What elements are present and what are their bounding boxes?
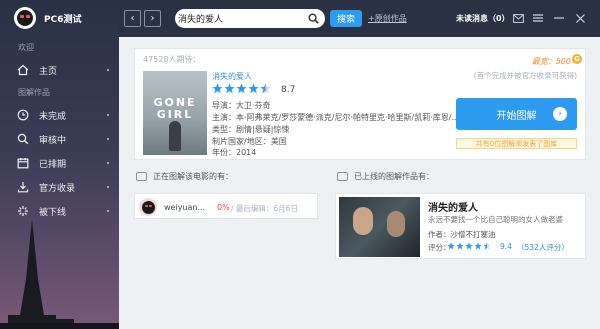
- avatar-face-icon: [17, 10, 33, 26]
- dot-indicator: [107, 186, 109, 188]
- dot-indicator: [107, 162, 109, 164]
- offline-icon: [17, 205, 29, 217]
- sidebar-item-label: 官方收录: [39, 183, 76, 194]
- sidebar: PC6测试 欢迎 主页 图解作品 未完成 审核中 已排期 官方收录 被下线: [0, 0, 119, 329]
- download-icon: [17, 181, 29, 193]
- sidebar-item-unfinished[interactable]: 未完成: [0, 104, 119, 126]
- sidebar-item-scheduled[interactable]: 已排期: [0, 152, 119, 174]
- review-icon: [17, 133, 29, 145]
- sidebar-item-home[interactable]: 主页: [0, 59, 119, 81]
- coin-icon: G: [572, 54, 582, 64]
- drawing-section-heading: 正在图解该电影的有：: [136, 171, 233, 182]
- drawer-username[interactable]: weiyuan...: [164, 203, 205, 212]
- avatar[interactable]: [14, 7, 36, 29]
- thumbnail-figure-icon: [387, 211, 405, 237]
- sidebar-item-label: 未完成: [39, 111, 67, 122]
- chat-icon: [136, 172, 147, 181]
- sidebar-item-label: 被下线: [39, 207, 67, 218]
- user-profile[interactable]: PC6测试: [14, 7, 81, 29]
- work-description: 永远不要找一个比自己聪明的女人做老婆: [428, 215, 563, 224]
- sidebar-item-reviewing[interactable]: 审核中: [0, 128, 119, 150]
- movie-rating: 8.7: [281, 85, 296, 95]
- dot-indicator: [107, 69, 109, 71]
- section-works-label: 图解作品: [18, 88, 50, 97]
- work-rating-stars: [447, 242, 492, 250]
- star-icon: [236, 83, 247, 94]
- calendar-icon: [17, 157, 29, 169]
- dot-indicator: [107, 138, 109, 140]
- chevron-right-icon: ›: [150, 13, 155, 24]
- search-box: [175, 9, 325, 28]
- star-icon: [465, 242, 473, 250]
- star-icon: [456, 242, 464, 250]
- work-thumbnail[interactable]: [339, 197, 420, 257]
- start-illustration-button[interactable]: 开始图解 ›: [456, 98, 577, 130]
- unread-messages[interactable]: 未读消息（0）: [456, 13, 510, 24]
- section-welcome-label: 欢迎: [18, 43, 34, 52]
- arrow-right-icon: ›: [553, 107, 567, 121]
- sidebar-item-label: 已排期: [39, 159, 67, 170]
- movie-title[interactable]: 消失的爱人: [212, 71, 252, 82]
- movie-region: 制片国家/地区：美国: [212, 137, 287, 146]
- mail-icon[interactable]: [511, 11, 525, 25]
- published-count-note: 共有0位图解师发表了图库: [456, 138, 577, 149]
- start-button-label: 开始图解: [496, 110, 537, 122]
- sidebar-item-label: 主页: [39, 66, 58, 77]
- search-input[interactable]: [178, 13, 303, 24]
- back-button[interactable]: ‹: [124, 10, 141, 27]
- sidebar-item-official[interactable]: 官方收录: [0, 176, 119, 198]
- dot-indicator: [107, 210, 109, 212]
- movie-card: 47528人期待： GONE GIRL 消失的爱人 8.7 导演：大卫·芬奇 主…: [134, 48, 586, 160]
- chevron-left-icon: ‹: [130, 13, 135, 24]
- dot-indicator: [107, 114, 109, 116]
- movie-year: 年份：2014: [212, 148, 257, 157]
- movie-director: 导演：大卫·芬奇: [212, 101, 271, 110]
- last-edit-date: / 最后编辑：6月6日: [231, 204, 298, 213]
- image-icon: [337, 172, 348, 181]
- half-star-icon: [260, 83, 271, 94]
- half-star-icon: [483, 242, 491, 250]
- forward-button[interactable]: ›: [144, 10, 161, 27]
- thumbnail-figure-icon: [353, 207, 373, 235]
- reward-note: (首个完成并被官方收录可获得): [473, 71, 577, 80]
- work-author: 作者：沙僧不打塞油: [428, 230, 496, 239]
- drawing-section-title: 正在图解该电影的有：: [153, 172, 233, 181]
- star-icon: [212, 83, 223, 94]
- drawing-progress: 0%: [217, 203, 230, 212]
- rating-stars: [212, 83, 272, 94]
- poster-figure-icon: [169, 121, 181, 151]
- list-item[interactable]: weiyuan... 0% / 最后编辑：6月6日: [134, 193, 318, 219]
- work-score: 9.4: [500, 242, 512, 251]
- works-section-heading: 已上线的图解作品有：: [337, 171, 434, 182]
- upload-original-link[interactable]: +原创作品: [368, 13, 407, 24]
- avatar: [139, 198, 157, 216]
- work-card[interactable]: 消失的爱人 永远不要找一个比自己聪明的女人做老婆 作者：沙僧不打塞油 评分： 9…: [335, 193, 586, 259]
- movie-cast: 主演：本·阿弗莱克/罗莎蒙德·派克/尼尔·帕特里克·哈里斯/凯莉·库恩/...: [212, 113, 460, 122]
- works-section-title: 已上线的图解作品有：: [354, 172, 434, 181]
- top-bar: ‹ › 搜索 +原创作品 未读消息（0）: [119, 0, 600, 37]
- clock-icon: [17, 109, 29, 121]
- tower-silhouette-icon: [0, 219, 119, 329]
- poster-title: GONE GIRL: [153, 96, 197, 121]
- minimize-icon[interactable]: [552, 11, 566, 25]
- star-icon: [224, 83, 235, 94]
- work-rating-count: （532人评分）: [517, 243, 569, 252]
- want-count: 47528人期待：: [143, 55, 201, 64]
- home-icon: [17, 64, 29, 76]
- movie-genre: 类型：剧情|悬疑|惊悚: [212, 125, 290, 134]
- avatar-face-icon: [141, 200, 155, 214]
- search-button[interactable]: 搜索: [330, 10, 362, 27]
- star-icon: [474, 242, 482, 250]
- menu-icon[interactable]: [531, 11, 545, 25]
- sidebar-item-label: 审核中: [39, 135, 67, 146]
- star-icon: [447, 242, 455, 250]
- work-title[interactable]: 消失的爱人: [428, 199, 478, 214]
- close-icon[interactable]: [573, 11, 587, 25]
- search-icon[interactable]: [308, 13, 319, 24]
- star-icon: [248, 83, 259, 94]
- username: PC6测试: [44, 14, 82, 25]
- movie-poster[interactable]: GONE GIRL: [143, 71, 207, 155]
- reward-limit: 最宽：500: [531, 57, 571, 66]
